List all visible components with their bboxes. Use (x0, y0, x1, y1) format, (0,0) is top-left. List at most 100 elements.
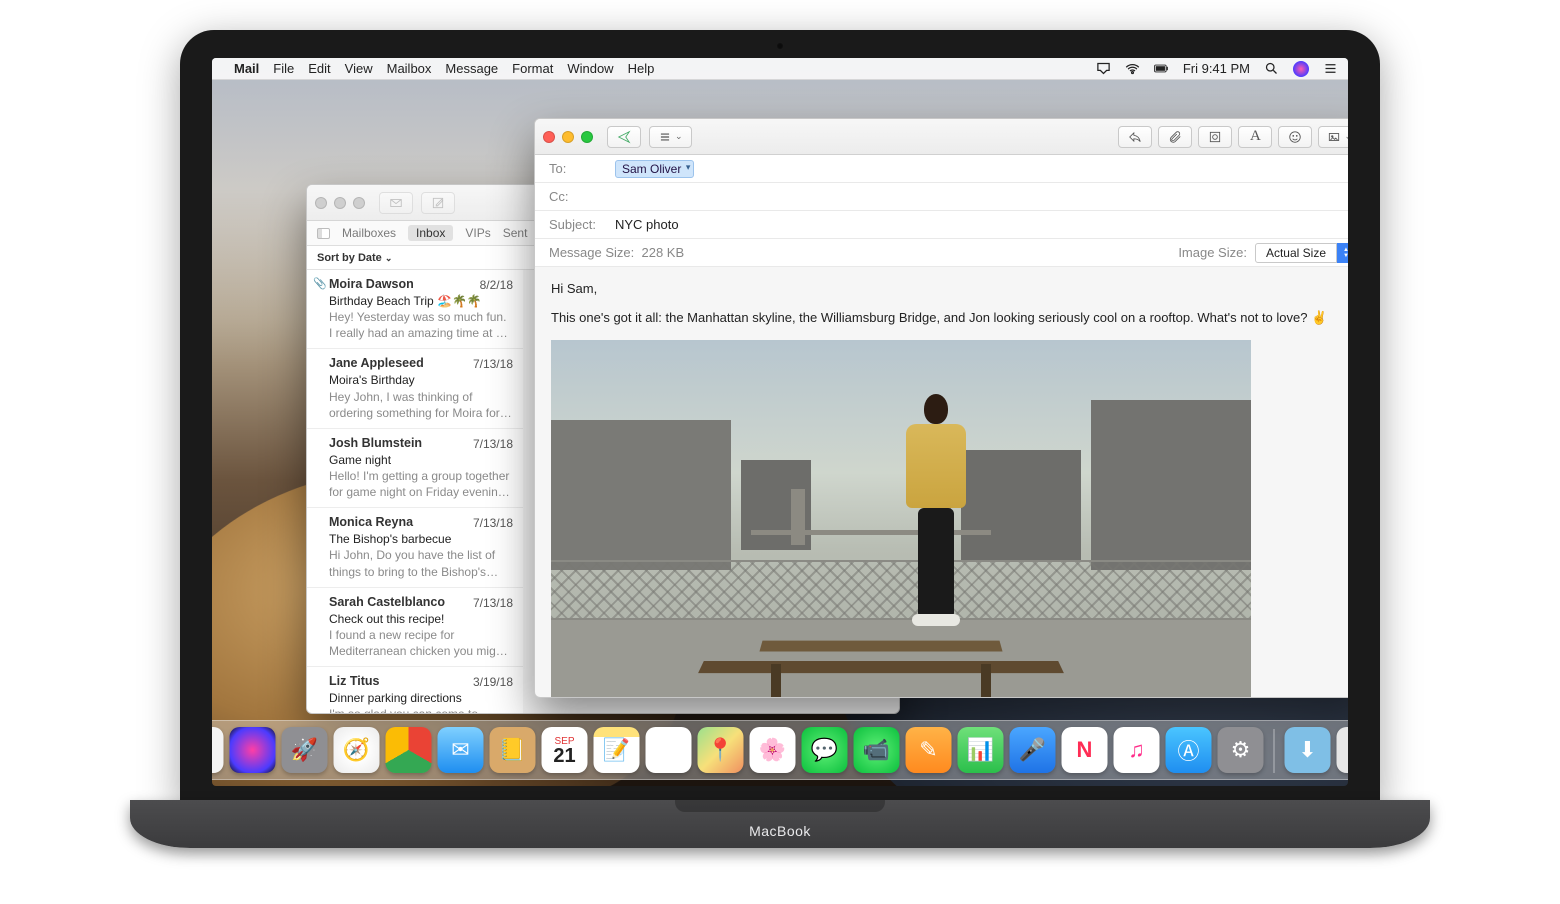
fullscreen-button[interactable] (581, 131, 593, 143)
menu-mailbox[interactable]: Mailbox (387, 61, 432, 76)
subject-field-row[interactable]: Subject: NYC photo (535, 211, 1348, 239)
dock-chrome[interactable] (386, 727, 432, 773)
message-date: 7/13/18 (473, 515, 513, 531)
fullscreen-button[interactable] (353, 197, 365, 209)
notification-center-icon[interactable] (1323, 61, 1338, 76)
minimize-button[interactable] (562, 131, 574, 143)
dock-pages[interactable]: ✎ (906, 727, 952, 773)
message-subject: The Bishop's barbecue (329, 531, 513, 547)
dock-facetime[interactable]: 📹 (854, 727, 900, 773)
dock-reminders[interactable]: ☑︎ (646, 727, 692, 773)
emoji-button[interactable] (1278, 126, 1312, 148)
airplay-icon[interactable] (1096, 61, 1111, 76)
menu-file[interactable]: File (273, 61, 294, 76)
battery-icon[interactable] (1154, 61, 1169, 76)
sidebar-toggle-icon[interactable] (317, 228, 330, 239)
menubar-clock[interactable]: Fri 9:41 PM (1183, 61, 1250, 76)
dock-numbers[interactable]: 📊 (958, 727, 1004, 773)
dock-itunes[interactable]: ♫ (1114, 727, 1160, 773)
message-row[interactable]: Sarah Castelblanco7/13/18Check out this … (307, 588, 523, 667)
dock-news[interactable]: N (1062, 727, 1108, 773)
dock-messages[interactable]: 💬 (802, 727, 848, 773)
fav-mailboxes[interactable]: Mailboxes (342, 226, 396, 240)
cc-field-row[interactable]: Cc: (535, 183, 1348, 211)
send-button[interactable] (607, 126, 641, 148)
attachment-icon: 📎 (313, 277, 327, 292)
message-row[interactable]: 📎Moira Dawson8/2/18Birthday Beach Trip 🏖… (307, 270, 523, 349)
dock-contacts[interactable]: 📒 (490, 727, 536, 773)
dock-finder[interactable]: 🙂 (212, 727, 224, 773)
dock-downloads[interactable]: ⬇︎ (1285, 727, 1331, 773)
minimize-button[interactable] (334, 197, 346, 209)
dock-appstore[interactable]: Ⓐ (1166, 727, 1212, 773)
message-row[interactable]: Josh Blumstein7/13/18Game nightHello! I'… (307, 429, 523, 508)
dock-safari[interactable]: 🧭 (334, 727, 380, 773)
message-row[interactable]: Jane Appleseed7/13/18Moira's BirthdayHey… (307, 349, 523, 428)
dock-maps[interactable]: 📍 (698, 727, 744, 773)
screen: Mail File Edit View Mailbox Message Form… (212, 58, 1348, 786)
attached-photo[interactable] (551, 340, 1251, 698)
header-fields-button[interactable]: ⌄ (649, 126, 692, 148)
dock-trash[interactable]: 🗑 (1337, 727, 1349, 773)
subject-label: Subject: (549, 217, 605, 232)
compose-window[interactable]: ⌄ A ⌄ To: Sam Oliver (534, 118, 1348, 698)
dock-calendar[interactable]: SEP21 (542, 727, 588, 773)
message-preview: Hi John, Do you have the list of things … (329, 547, 513, 579)
body-greeting: Hi Sam, (551, 281, 1348, 296)
reply-button[interactable] (1118, 126, 1152, 148)
close-button[interactable] (315, 197, 327, 209)
message-subject: Check out this recipe! (329, 611, 513, 627)
spotlight-icon[interactable] (1264, 61, 1279, 76)
menubar-app-name[interactable]: Mail (234, 61, 259, 76)
laptop-base: MacBook (130, 800, 1430, 848)
message-date: 7/13/18 (473, 595, 513, 611)
menu-window[interactable]: Window (567, 61, 613, 76)
wifi-icon[interactable] (1125, 61, 1140, 76)
get-mail-button[interactable] (379, 192, 413, 214)
menu-view[interactable]: View (345, 61, 373, 76)
recipient-token[interactable]: Sam Oliver (615, 160, 694, 178)
message-subject: Birthday Beach Trip 🏖️🌴🌴 (329, 293, 513, 309)
menu-help[interactable]: Help (628, 61, 655, 76)
dock-notes[interactable]: 📝 (594, 727, 640, 773)
message-preview: Hey John, I was thinking of ordering som… (329, 389, 513, 421)
message-preview: Hello! I'm getting a group together for … (329, 468, 513, 500)
message-subject: Moira's Birthday (329, 372, 513, 388)
format-button[interactable]: A (1238, 126, 1272, 148)
message-date: 7/13/18 (473, 356, 513, 372)
message-row[interactable]: Monica Reyna7/13/18The Bishop's barbecue… (307, 508, 523, 587)
siri-icon[interactable] (1293, 61, 1309, 77)
message-preview: I'm so glad you can come to dinner tonig… (329, 706, 513, 713)
dock-preferences[interactable]: ⚙︎ (1218, 727, 1264, 773)
message-size-label: Message Size: (549, 245, 634, 260)
fav-sent[interactable]: Sent (503, 226, 528, 240)
message-size-value: 228 KB (642, 245, 685, 260)
sort-menu[interactable]: Sort by Date ⌄ (317, 252, 392, 264)
fav-vips[interactable]: VIPs (465, 226, 490, 240)
menu-message[interactable]: Message (445, 61, 498, 76)
message-date: 8/2/18 (480, 277, 513, 293)
menu-edit[interactable]: Edit (308, 61, 330, 76)
close-button[interactable] (543, 131, 555, 143)
webcam (776, 42, 784, 50)
subject-value[interactable]: NYC photo (615, 217, 679, 232)
image-size-select[interactable]: Actual Size ▲▼ (1255, 243, 1348, 263)
attach-button[interactable] (1158, 126, 1192, 148)
to-field-row[interactable]: To: Sam Oliver (535, 155, 1348, 183)
dock-launchpad[interactable]: 🚀 (282, 727, 328, 773)
fav-inbox[interactable]: Inbox (408, 225, 453, 241)
dock-photos[interactable]: 🌸 (750, 727, 796, 773)
menu-format[interactable]: Format (512, 61, 553, 76)
compose-button[interactable] (421, 192, 455, 214)
dock-mail[interactable]: ✉︎ (438, 727, 484, 773)
message-list[interactable]: 📎Moira Dawson8/2/18Birthday Beach Trip 🏖… (307, 270, 523, 713)
compose-body[interactable]: Hi Sam, This one's got it all: the Manha… (535, 267, 1348, 698)
message-row[interactable]: Liz Titus3/19/18Dinner parking direction… (307, 667, 523, 713)
photo-browser-button[interactable]: ⌄ (1318, 126, 1348, 148)
markup-button[interactable] (1198, 126, 1232, 148)
brand-label: MacBook (749, 823, 811, 839)
compose-titlebar[interactable]: ⌄ A ⌄ (535, 119, 1348, 155)
message-meta-row: Message Size: 228 KB Image Size: Actual … (535, 239, 1348, 267)
dock-keynote[interactable]: 🎤 (1010, 727, 1056, 773)
dock-siri[interactable] (230, 727, 276, 773)
